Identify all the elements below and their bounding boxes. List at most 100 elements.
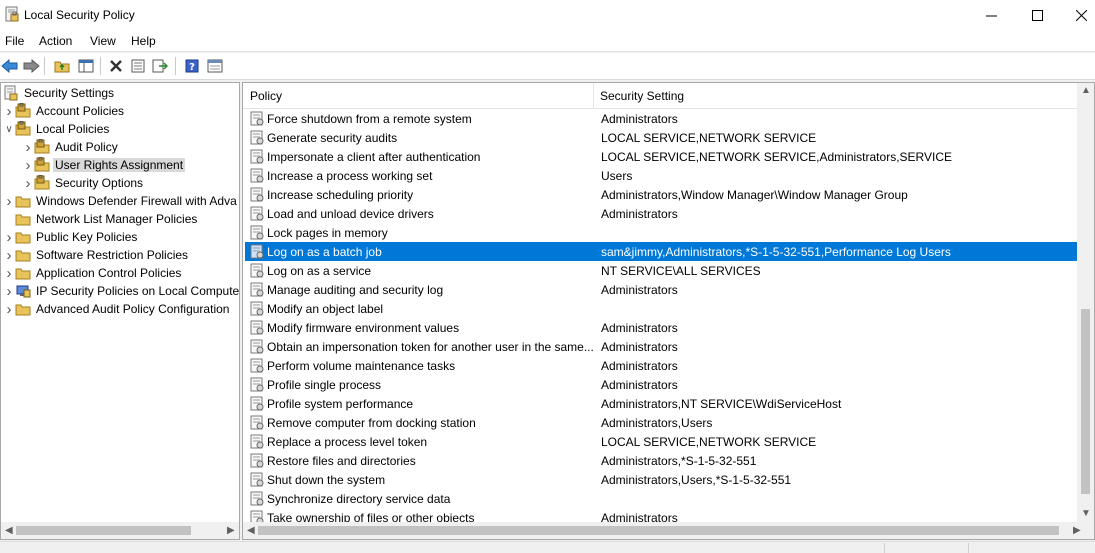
chevron-right-icon[interactable]: › [22, 174, 34, 192]
policy-icon [250, 225, 265, 240]
scroll-right-icon[interactable]: ▶ [1073, 525, 1081, 536]
scroll-right-icon[interactable]: ▶ [227, 525, 235, 536]
ip-security-icon [15, 283, 31, 299]
tree-item[interactable]: › Security Options [22, 174, 145, 192]
policy-icon [250, 453, 265, 468]
scroll-left-icon[interactable]: ◀ [247, 525, 255, 536]
table-row[interactable]: Perform volume maintenance tasks Administ… [245, 356, 1086, 375]
tree-item[interactable]: › Windows Defender Firewall with Adva [3, 192, 239, 210]
policy-name: Increase a process working set [267, 169, 433, 183]
policy-name: Increase scheduling priority [267, 188, 414, 202]
tree-item[interactable]: Network List Manager Policies [3, 210, 199, 228]
table-row[interactable]: Lock pages in memory [245, 223, 1086, 242]
properties-button[interactable] [128, 56, 148, 76]
list-horizontal-scrollbar[interactable]: ◀ ▶ [243, 522, 1094, 539]
chevron-down-icon[interactable]: ∨ [3, 120, 15, 138]
security-setting: LOCAL SERVICE,NETWORK SERVICE,Administra… [601, 150, 952, 164]
tree-label: Network List Manager Policies [36, 212, 198, 226]
table-row[interactable]: Force shutdown from a remote system Admin… [245, 109, 1086, 128]
menu-action[interactable]: Action [39, 34, 72, 48]
tree-label: Application Control Policies [36, 266, 182, 280]
scroll-left-icon[interactable]: ◀ [5, 525, 13, 536]
chevron-right-icon[interactable]: › [3, 300, 15, 318]
tree-item[interactable]: › Audit Policy [22, 138, 120, 156]
tree-horizontal-scrollbar[interactable]: ◀ ▶ [1, 522, 239, 539]
chevron-right-icon[interactable]: › [22, 156, 34, 174]
chevron-right-icon[interactable]: › [3, 228, 15, 246]
table-row[interactable]: Shut down the system Administrators,Users… [245, 470, 1086, 489]
table-row[interactable]: Generate security audits LOCAL SERVICE,NE… [245, 128, 1086, 147]
scroll-thumb[interactable] [16, 526, 191, 535]
column-header-policy[interactable]: Policy ⌃ [243, 83, 593, 109]
tree-root-security-settings[interactable]: Security Settings [3, 84, 116, 102]
column-header-security-setting[interactable]: Security Setting [593, 83, 993, 109]
table-row[interactable]: Load and unload device drivers Administra… [245, 204, 1086, 223]
table-row[interactable]: Increase scheduling priority Administrato… [245, 185, 1086, 204]
table-row[interactable]: Restore files and directories Administrat… [245, 451, 1086, 470]
security-setting: LOCAL SERVICE,NETWORK SERVICE [601, 435, 817, 449]
scroll-thumb[interactable] [1081, 309, 1090, 494]
table-row[interactable]: Modify firmware environment values Admini… [245, 318, 1086, 337]
mmc-view-button[interactable] [205, 56, 225, 76]
tree-item[interactable]: ∨ Local Policies [3, 120, 111, 138]
list-vertical-scrollbar[interactable]: ▲ ▼ [1077, 83, 1094, 523]
table-row[interactable]: Obtain an impersonation token for anothe… [245, 337, 1086, 356]
policy-icon [250, 168, 265, 183]
table-row[interactable]: Remove computer from docking station Admi… [245, 413, 1086, 432]
table-row[interactable]: Profile single process Administrators [245, 375, 1086, 394]
security-setting: Administrators,Users,*S-1-5-32-551 [601, 473, 792, 487]
table-row[interactable]: Manage auditing and security log Administ… [245, 280, 1086, 299]
tree-label: Security Settings [24, 86, 115, 100]
chevron-right-icon[interactable]: › [3, 246, 15, 264]
chevron-right-icon[interactable]: › [3, 264, 15, 282]
menu-view[interactable]: View [90, 34, 116, 48]
tree-item[interactable]: › Advanced Audit Policy Configuration [3, 300, 231, 318]
policy-icon [250, 396, 265, 411]
up-one-level-button[interactable] [52, 56, 72, 76]
forward-button[interactable] [21, 56, 41, 76]
tree-label: Windows Defender Firewall with Adva [36, 194, 237, 208]
table-row[interactable]: Replace a process level token LOCAL SERVI… [245, 432, 1086, 451]
folder-icon [15, 247, 31, 263]
scroll-down-icon[interactable]: ▼ [1081, 508, 1091, 519]
toolbar: ? [0, 53, 1095, 80]
policy-name: Profile system performance [267, 397, 414, 411]
table-row[interactable]: Increase a process working set Users [245, 166, 1086, 185]
delete-button[interactable] [106, 56, 126, 76]
close-button[interactable] [1058, 0, 1095, 30]
chevron-right-icon[interactable]: › [3, 192, 15, 210]
tree-item[interactable]: › Account Policies [3, 102, 126, 120]
policy-icon [250, 187, 265, 202]
menu-file[interactable]: File [5, 34, 24, 48]
help-button[interactable]: ? [182, 56, 202, 76]
tree-item[interactable]: › IP Security Policies on Local Compute [3, 282, 240, 300]
chevron-right-icon[interactable]: › [3, 282, 15, 300]
policy-name: Impersonate a client after authenticatio… [267, 150, 481, 164]
scroll-up-icon[interactable]: ▲ [1081, 85, 1091, 96]
back-button[interactable] [0, 56, 20, 76]
chevron-right-icon[interactable]: › [3, 102, 15, 120]
table-row[interactable]: Log on as a batch job sam&jimmy,Administr… [245, 242, 1086, 261]
policy-icon [250, 282, 265, 297]
table-row[interactable]: Synchronize directory service data [245, 489, 1086, 508]
minimize-button[interactable] [968, 0, 1014, 30]
maximize-button[interactable] [1014, 0, 1060, 30]
table-row[interactable]: Profile system performance Administrators… [245, 394, 1086, 413]
table-row[interactable]: Modify an object label [245, 299, 1086, 318]
up-folder-icon [54, 61, 70, 73]
folder-icon [15, 265, 31, 281]
table-row[interactable]: Log on as a service NT SERVICE\ALL SERVIC… [245, 261, 1086, 280]
tree-item[interactable]: › Application Control Policies [3, 264, 183, 282]
chevron-right-icon[interactable]: › [22, 138, 34, 156]
tree-item[interactable]: › User Rights Assignment [22, 156, 186, 174]
scroll-thumb[interactable] [258, 526, 1059, 535]
tree-item[interactable]: › Public Key Policies [3, 228, 139, 246]
menu-help[interactable]: Help [131, 34, 156, 48]
list-header: Policy ⌃ Security Setting [243, 83, 1088, 109]
security-setting: Administrators [601, 378, 678, 392]
export-list-button[interactable] [150, 56, 170, 76]
console-tree: Security Settings › Account Policies ∨ Loca… [0, 82, 240, 540]
tree-item[interactable]: › Software Restriction Policies [3, 246, 190, 264]
table-row[interactable]: Impersonate a client after authenticatio… [245, 147, 1086, 166]
show-hide-tree-button[interactable] [76, 56, 96, 76]
